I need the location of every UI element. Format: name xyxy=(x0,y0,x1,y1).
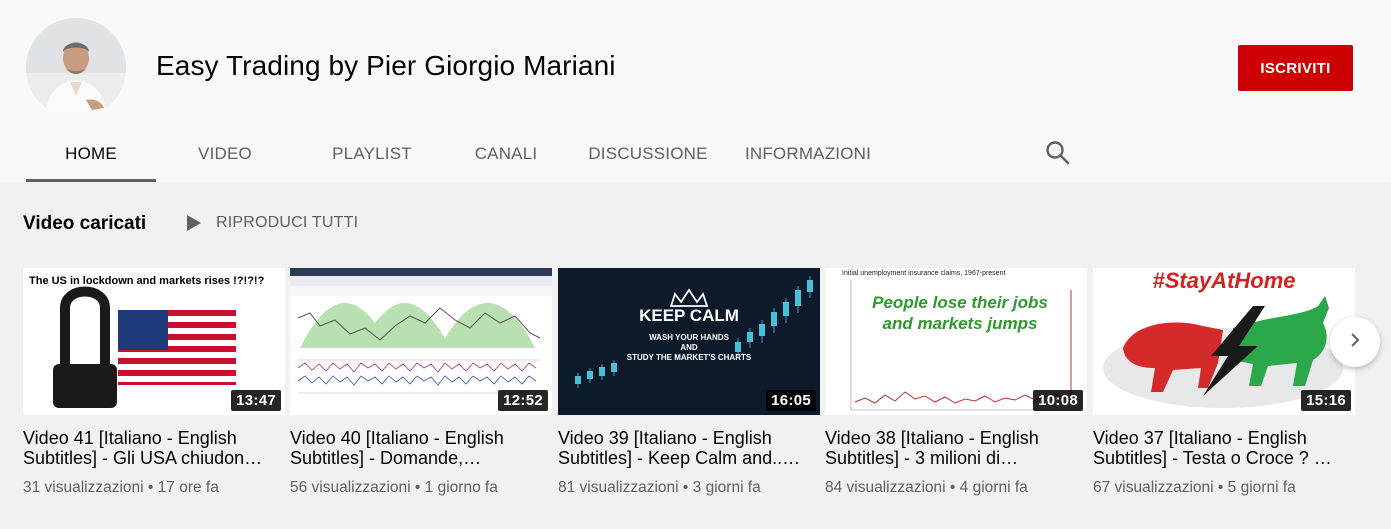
video-meta: 56 visualizzazioni • 1 giorno fa xyxy=(290,479,498,496)
view-count: 31 visualizzazioni xyxy=(23,479,144,496)
video-meta: 31 visualizzazioni • 17 ore fa xyxy=(23,479,219,496)
video-meta: 67 visualizzazioni • 5 giorni fa xyxy=(1093,479,1296,496)
video-thumbnail[interactable]: Initial unemployment insurance claims, 1… xyxy=(825,268,1087,415)
video-card[interactable]: The US in lockdown and markets rises !?!… xyxy=(23,268,285,497)
thumb-text-2: WASH YOUR HANDS xyxy=(649,333,730,342)
view-count: 84 visualizzazioni xyxy=(825,479,946,496)
video-meta: 84 visualizzazioni • 4 giorni fa xyxy=(825,479,1028,496)
thumb-text: The US in lockdown and markets rises !?!… xyxy=(29,275,265,287)
channel-header: Easy Trading by Pier Giorgio Mariani ISC… xyxy=(0,0,1391,182)
thumb-text: KEEP CALM xyxy=(639,306,739,325)
video-thumbnail[interactable]: KEEP CALM WASH YOUR HANDS AND STUDY THE … xyxy=(558,268,820,415)
video-title[interactable]: Video 37 [Italiano - English Subtitles] … xyxy=(1093,428,1355,468)
video-thumbnail[interactable]: The US in lockdown and markets rises !?!… xyxy=(23,268,285,415)
channel-title: Easy Trading by Pier Giorgio Mariani xyxy=(156,50,616,81)
video-card[interactable]: 12:52 Video 40 [Italiano - English Subti… xyxy=(290,268,552,497)
thumb-text-4: STUDY THE MARKET'S CHARTS xyxy=(627,353,752,362)
video-duration: 15:16 xyxy=(1301,390,1351,411)
video-thumbnail[interactable]: 12:52 xyxy=(290,268,552,415)
view-count: 56 visualizzazioni xyxy=(290,479,411,496)
video-meta: 81 visualizzazioni • 3 giorni fa xyxy=(558,479,761,496)
video-duration: 16:05 xyxy=(766,390,816,411)
section-title: Video caricati xyxy=(23,213,147,234)
tab-video[interactable]: VIDEO xyxy=(156,125,294,182)
video-title[interactable]: Video 39 [Italiano - English Subtitles] … xyxy=(558,428,820,468)
thumb-text: People lose their jobs and markets jumps xyxy=(872,293,1048,333)
play-icon xyxy=(184,213,204,233)
view-count: 81 visualizzazioni xyxy=(558,479,679,496)
upload-age: 3 giorni fa xyxy=(692,479,761,496)
upload-age: 1 giorno fa xyxy=(424,479,498,496)
subscribe-button[interactable]: ISCRIVITI xyxy=(1238,45,1353,91)
channel-avatar[interactable] xyxy=(26,18,126,118)
video-duration: 10:08 xyxy=(1033,390,1083,411)
upload-age: 4 giorni fa xyxy=(959,479,1028,496)
video-title[interactable]: Video 38 [Italiano - English Subtitles] … xyxy=(825,428,1087,468)
chevron-right-icon xyxy=(1347,332,1363,353)
thumb-text: #StayAtHome xyxy=(1152,268,1295,293)
tab-discussione[interactable]: DISCUSSIONE xyxy=(562,125,734,182)
video-card[interactable]: Initial unemployment insurance claims, 1… xyxy=(825,268,1087,497)
thumb-caption: Initial unemployment insurance claims, 1… xyxy=(842,270,1005,277)
search-icon[interactable] xyxy=(1043,138,1073,168)
video-thumbnail[interactable]: #StayAtHome 15:16 xyxy=(1093,268,1355,415)
video-duration: 13:47 xyxy=(231,390,281,411)
video-card[interactable]: KEEP CALM WASH YOUR HANDS AND STUDY THE … xyxy=(558,268,820,497)
upload-age: 5 giorni fa xyxy=(1227,479,1296,496)
video-title[interactable]: Video 41 [Italiano - English Subtitles] … xyxy=(23,428,285,468)
thumb-text-3: AND xyxy=(680,343,698,352)
tab-informazioni[interactable]: INFORMAZIONI xyxy=(734,125,882,182)
video-card[interactable]: #StayAtHome 15:16 Video 37 [Italiano - E… xyxy=(1093,268,1355,497)
channel-tabs: HOME VIDEO PLAYLIST CANALI DISCUSSIONE I… xyxy=(26,125,882,182)
tab-canali[interactable]: CANALI xyxy=(450,125,562,182)
tab-home[interactable]: HOME xyxy=(26,125,156,182)
next-arrow-button[interactable] xyxy=(1330,317,1380,367)
upload-age: 17 ore fa xyxy=(157,479,219,496)
play-all-button[interactable]: RIPRODUCI TUTTI xyxy=(184,213,358,233)
tab-playlist[interactable]: PLAYLIST xyxy=(294,125,450,182)
view-count: 67 visualizzazioni xyxy=(1093,479,1214,496)
play-all-label: RIPRODUCI TUTTI xyxy=(216,214,359,231)
video-title[interactable]: Video 40 [Italiano - English Subtitles] … xyxy=(290,428,552,468)
video-duration: 12:52 xyxy=(498,390,548,411)
